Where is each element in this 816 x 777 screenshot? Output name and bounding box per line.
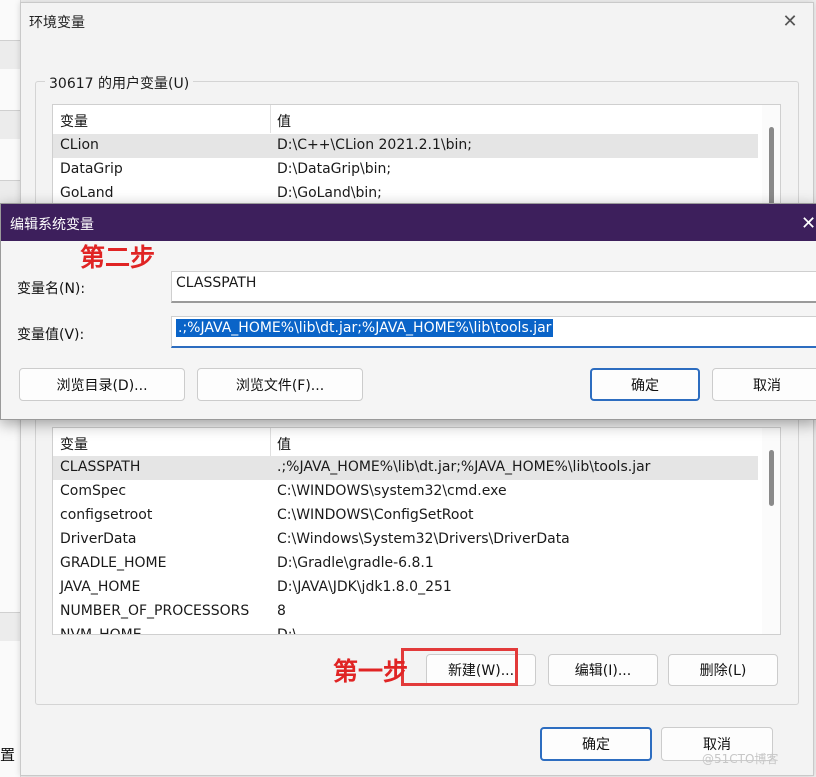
scrollbar-thumb[interactable] — [769, 127, 774, 205]
cancel-button[interactable]: 取消 — [712, 368, 816, 401]
close-icon[interactable]: ✕ — [801, 213, 816, 234]
column-divider[interactable] — [270, 105, 271, 133]
scrollbar-thumb[interactable] — [769, 450, 774, 506]
edit-button[interactable]: 编辑(I)... — [548, 654, 658, 686]
browse-file-button[interactable]: 浏览文件(F)... — [197, 368, 363, 401]
variable-value: D:\GoLand\bin; — [277, 185, 382, 201]
variable-name: DataGrip — [60, 161, 123, 177]
variable-name: ComSpec — [60, 483, 127, 499]
scrollbar[interactable] — [762, 105, 780, 215]
delete-button[interactable]: 删除(L) — [668, 654, 778, 686]
background-strip — [0, 110, 20, 139]
title-bar[interactable] — [1, 204, 816, 241]
table-row[interactable]: NUMBER_OF_PROCESSORS 8 — [53, 600, 758, 624]
new-button-highlight — [401, 648, 518, 686]
table-row-partial[interactable]: NVM_HOME D:\ — [53, 624, 758, 635]
variable-value: C:\Windows\System32\Drivers\DriverData — [277, 531, 570, 547]
variable-name: NUMBER_OF_PROCESSORS — [60, 603, 250, 619]
variable-value-label: 变量值(V): — [17, 327, 85, 343]
header-variable[interactable]: 变量 — [60, 434, 88, 454]
variable-value-input[interactable]: .;%JAVA_HOME%\lib\dt.jar;%JAVA_HOME%\lib… — [171, 316, 816, 348]
table-row[interactable]: CLion D:\C++\CLion 2021.2.1\bin; — [53, 134, 758, 158]
list-header: 变量 值 — [53, 105, 758, 133]
close-icon[interactable]: ✕ — [779, 11, 801, 33]
variable-value: D:\JAVA\JDK\jdk1.8.0_251 — [277, 579, 452, 595]
list-header: 变量 值 — [53, 428, 758, 456]
variable-name: JAVA_HOME — [60, 579, 141, 595]
dialog-title: 编辑系统变量 — [10, 217, 94, 233]
variable-name: NVM_HOME — [60, 627, 142, 635]
table-row[interactable]: configsetroot C:\WINDOWS\ConfigSetRoot — [53, 504, 758, 528]
table-row[interactable]: JAVA_HOME D:\JAVA\JDK\jdk1.8.0_251 — [53, 576, 758, 600]
browse-directory-button[interactable]: 浏览目录(D)... — [19, 368, 185, 401]
table-row[interactable]: DataGrip D:\DataGrip\bin; — [53, 158, 758, 182]
variable-value: .;%JAVA_HOME%\lib\dt.jar;%JAVA_HOME%\lib… — [277, 459, 651, 475]
ok-button[interactable]: 确定 — [540, 727, 652, 761]
step2-annotation: 第二步 — [80, 243, 156, 272]
system-variables-list[interactable]: 变量 值 CLASSPATH .;%JAVA_HOME%\lib\dt.jar;… — [52, 427, 781, 635]
variable-name: configsetroot — [60, 507, 153, 523]
table-row[interactable]: ComSpec C:\WINDOWS\system32\cmd.exe — [53, 480, 758, 504]
variable-name: CLASSPATH — [60, 459, 141, 475]
variable-value: C:\WINDOWS\ConfigSetRoot — [277, 507, 474, 523]
variable-name: CLion — [60, 137, 99, 153]
selected-text: .;%JAVA_HOME%\lib\dt.jar;%JAVA_HOME%\lib… — [176, 319, 554, 337]
header-value[interactable]: 值 — [277, 111, 291, 131]
ok-button[interactable]: 确定 — [590, 368, 700, 401]
user-variables-list[interactable]: 变量 值 CLion D:\C++\CLion 2021.2.1\bin; Da… — [52, 104, 781, 215]
variable-value: C:\WINDOWS\system32\cmd.exe — [277, 483, 507, 499]
scrollbar[interactable] — [762, 428, 780, 634]
variable-value: 8 — [277, 603, 286, 619]
header-value[interactable]: 值 — [277, 434, 291, 454]
variable-value: D:\C++\CLion 2021.2.1\bin; — [277, 137, 472, 153]
table-row-selected[interactable]: CLASSPATH .;%JAVA_HOME%\lib\dt.jar;%JAVA… — [53, 456, 758, 480]
user-variables-label: 30617 的用户变量(U) — [45, 73, 194, 93]
dialog-title: 环境变量 — [29, 15, 85, 31]
column-divider[interactable] — [270, 428, 271, 456]
variable-value: D:\ — [277, 627, 298, 635]
header-variable[interactable]: 变量 — [60, 111, 88, 131]
watermark: @51CTO博客 — [702, 752, 779, 766]
variable-name-label: 变量名(N): — [17, 281, 86, 297]
variable-name: DriverData — [60, 531, 137, 547]
background-text-fragment: 置 — [0, 746, 16, 764]
variable-value: D:\Gradle\gradle-6.8.1 — [277, 555, 434, 571]
variable-name: GRADLE_HOME — [60, 555, 167, 571]
edit-system-variable-dialog: 编辑系统变量 ✕ 变量名(N): CLASSPATH 变量值(V): .;%JA… — [0, 203, 816, 420]
background-strip — [0, 40, 20, 69]
variable-value: D:\DataGrip\bin; — [277, 161, 392, 177]
step1-annotation: 第一步 — [333, 657, 409, 686]
table-row[interactable]: GRADLE_HOME D:\Gradle\gradle-6.8.1 — [53, 552, 758, 576]
variable-name: GoLand — [60, 185, 114, 201]
table-row[interactable]: DriverData C:\Windows\System32\Drivers\D… — [53, 528, 758, 552]
variable-name-input[interactable]: CLASSPATH — [171, 271, 816, 303]
background-strip — [0, 612, 20, 641]
